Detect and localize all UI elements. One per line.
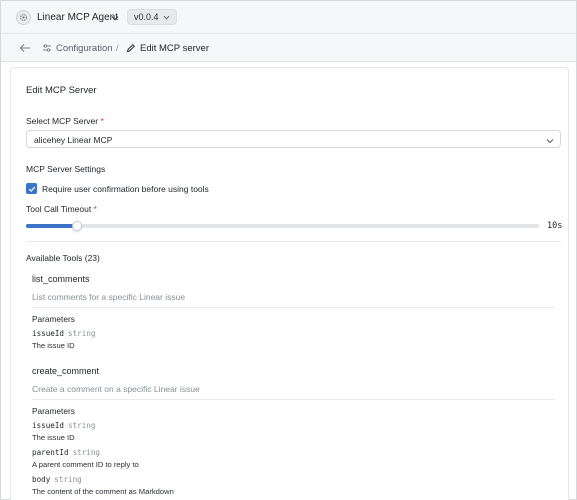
param-name-text: parentId <box>32 448 69 457</box>
server-select-label-text: Select MCP Server <box>26 116 99 126</box>
timeout-slider[interactable] <box>26 221 539 231</box>
server-select[interactable]: alicehey Linear MCP <box>26 130 561 148</box>
tool-name: create_comment <box>32 366 100 376</box>
chevron-down-icon <box>546 136 554 146</box>
slider-fill <box>26 224 78 228</box>
param-name: body string <box>32 475 82 484</box>
param-description: The content of the comment as Markdown <box>32 487 174 496</box>
parameters-heading: Parameters <box>32 406 75 416</box>
timeout-readout: 10s <box>547 221 563 231</box>
slider-handle[interactable] <box>72 221 83 231</box>
param-type: string <box>68 421 96 430</box>
breadcrumb: Configuration / Edit MCP server <box>1 34 576 62</box>
gear-icon[interactable] <box>16 10 31 25</box>
breadcrumb-configuration[interactable]: Configuration <box>56 43 113 54</box>
param-description: The issue ID <box>32 433 75 442</box>
check-icon <box>28 186 35 192</box>
param-name: parentId string <box>32 448 100 457</box>
param-type: string <box>72 448 101 457</box>
tool-name: list_comments <box>32 274 90 284</box>
param-name: issueId string <box>32 329 95 338</box>
param-description: A parent comment ID to reply to <box>32 460 139 469</box>
divider <box>32 399 555 400</box>
required-mark: * <box>93 204 97 214</box>
timeout-label: Tool Call Timeout * <box>26 204 97 214</box>
page-title: Edit MCP Server <box>26 85 97 96</box>
require-confirmation-label[interactable]: Require user confirmation before using t… <box>42 184 209 194</box>
version-label: v0.0.4 <box>134 12 159 22</box>
back-arrow-icon[interactable] <box>19 43 31 53</box>
version-selector[interactable]: v0.0.4 <box>127 9 177 25</box>
breadcrumb-current: Edit MCP server <box>140 43 209 54</box>
param-type: string <box>68 329 96 338</box>
breadcrumb-separator: / <box>116 43 119 54</box>
settings-heading: MCP Server Settings <box>26 164 106 174</box>
chevron-down-icon[interactable] <box>111 13 119 23</box>
app-title[interactable]: Linear MCP Agent <box>37 12 118 23</box>
divider <box>32 307 555 308</box>
param-name-text: issueId <box>32 329 65 338</box>
sliders-icon <box>42 43 52 55</box>
param-name-text: issueId <box>32 421 65 430</box>
server-select-label: Select MCP Server * <box>26 116 104 126</box>
require-confirmation-checkbox[interactable] <box>26 183 37 194</box>
parameters-heading: Parameters <box>32 314 75 324</box>
tools-heading: Available Tools (23) <box>26 253 100 263</box>
param-name: issueId string <box>32 421 95 430</box>
top-bar: Linear MCP Agent v0.0.4 <box>1 1 576 34</box>
pencil-icon <box>126 43 136 55</box>
required-mark: * <box>100 116 104 126</box>
tool-description: List comments for a specific Linear issu… <box>32 292 186 302</box>
tool-description: Create a comment on a specific Linear is… <box>32 384 200 394</box>
server-select-value: alicehey Linear MCP <box>34 135 113 145</box>
chevron-down-icon <box>163 15 169 19</box>
divider <box>26 241 561 242</box>
edit-server-card: Edit MCP Server Select MCP Server * alic… <box>10 67 569 500</box>
param-type: string <box>54 475 82 484</box>
timeout-label-text: Tool Call Timeout <box>26 204 92 214</box>
param-description: The issue ID <box>32 341 75 350</box>
param-name-text: body <box>32 475 51 484</box>
